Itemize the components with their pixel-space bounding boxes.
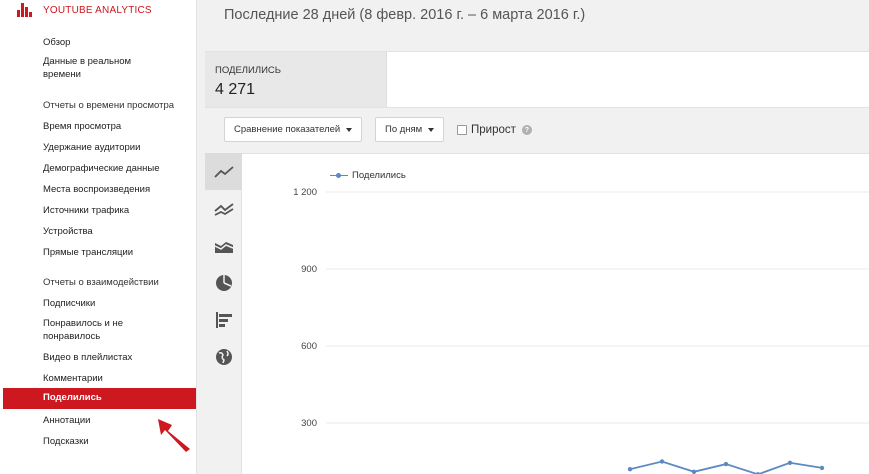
brand[interactable]: YOUTUBE ANALYTICS [17, 2, 152, 18]
sidebar-item[interactable]: Видео в плейлистах [43, 351, 132, 364]
sidebar-item[interactable]: Демографические данные [43, 162, 160, 175]
data-point[interactable] [723, 461, 729, 467]
multi-line-chart-icon [213, 202, 234, 216]
chart-type-map[interactable] [205, 338, 242, 375]
compare-metrics-dropdown[interactable]: Сравнение показателей [224, 117, 363, 142]
analytics-bars-icon [17, 3, 35, 17]
growth-label: Прирост [471, 124, 516, 136]
growth-checkbox[interactable] [457, 125, 467, 135]
caret-down-icon [428, 127, 435, 132]
granularity-dropdown[interactable]: По дням [375, 117, 445, 142]
legend-line-marker [330, 172, 348, 180]
data-point[interactable] [627, 467, 633, 472]
sidebar-item[interactable]: Прямые трансляции [43, 246, 133, 259]
chart-area: 1 200 900 600 300 Поделились [242, 153, 869, 474]
granularity-label: По дням [385, 124, 423, 135]
metric-card-shares[interactable]: ПОДЕЛИЛИСЬ 4 271 [205, 52, 387, 107]
metric-bar: ПОДЕЛИЛИСЬ 4 271 [205, 51, 869, 108]
globe-map-icon [215, 348, 232, 365]
sidebar-section-heading[interactable]: Отчеты о времени просмотра [43, 99, 174, 112]
data-point[interactable] [787, 460, 793, 465]
caret-down-icon [346, 127, 353, 132]
help-icon[interactable]: ? [521, 125, 532, 135]
date-range-title[interactable]: Последние 28 дней (8 февр. 2016 г. – 6 м… [224, 7, 585, 23]
sidebar-item[interactable]: Удержание аудитории [43, 141, 140, 154]
brand-title: YOUTUBE ANALYTICS [43, 4, 152, 16]
sidebar: YOUTUBE ANALYTICS Обзор Данные в реальном… [0, 0, 197, 474]
data-point[interactable] [691, 469, 697, 474]
chart-type-selector [205, 153, 242, 474]
chart-legend[interactable]: Поделились [330, 170, 406, 181]
sidebar-item[interactable]: Источники трафика [43, 204, 129, 217]
metric-value: 4 271 [215, 81, 256, 98]
red-arrow-annotation [158, 419, 190, 452]
sidebar-section-heading[interactable]: Отчеты о взаимодействии [43, 276, 159, 289]
bar-chart-icon [215, 311, 232, 328]
sidebar-item-shares[interactable]: Поделились [3, 388, 196, 409]
y-tick-label: 1 200 [293, 187, 317, 198]
legend-label: Поделились [352, 170, 406, 181]
sidebar-item[interactable]: Обзор [43, 36, 70, 49]
sidebar-item[interactable]: Подписчики [43, 297, 95, 310]
metric-label: ПОДЕЛИЛИСЬ [215, 65, 281, 76]
sidebar-item[interactable]: Подсказки [43, 435, 89, 448]
chart-type-pie[interactable] [205, 264, 242, 301]
line-chart: 1 200 900 600 300 [293, 187, 869, 474]
pie-chart-icon [215, 274, 232, 291]
sidebar-item[interactable]: Время просмотра [43, 120, 121, 133]
sidebar-item[interactable]: Устройства [43, 225, 93, 238]
data-point[interactable] [659, 459, 665, 464]
chart-type-bar[interactable] [205, 301, 242, 338]
chart-type-area[interactable] [205, 227, 242, 264]
chart-type-multi-line[interactable] [205, 190, 242, 227]
chart-type-line[interactable] [205, 153, 242, 190]
sidebar-item[interactable]: Аннотации [43, 414, 91, 427]
sidebar-item[interactable]: Комментарии [43, 372, 103, 385]
y-tick-label: 900 [301, 264, 317, 275]
area-chart-icon [214, 241, 233, 253]
sidebar-item[interactable]: Понравилось и не понравилось [43, 317, 123, 343]
chart-controls: Сравнение показателей По дням Прирост ? [205, 108, 869, 153]
compare-metrics-label: Сравнение показателей [234, 124, 341, 135]
line-chart-icon [213, 165, 234, 178]
y-tick-label: 300 [301, 418, 317, 429]
y-tick-label: 600 [301, 341, 317, 352]
data-point[interactable] [819, 465, 825, 471]
sidebar-item[interactable]: Места воспроизведения [43, 183, 150, 196]
sidebar-item-label: Поделились [43, 392, 102, 403]
sidebar-item[interactable]: Данные в реальном времени [43, 55, 131, 81]
growth-toggle[interactable]: Прирост ? [457, 124, 532, 136]
